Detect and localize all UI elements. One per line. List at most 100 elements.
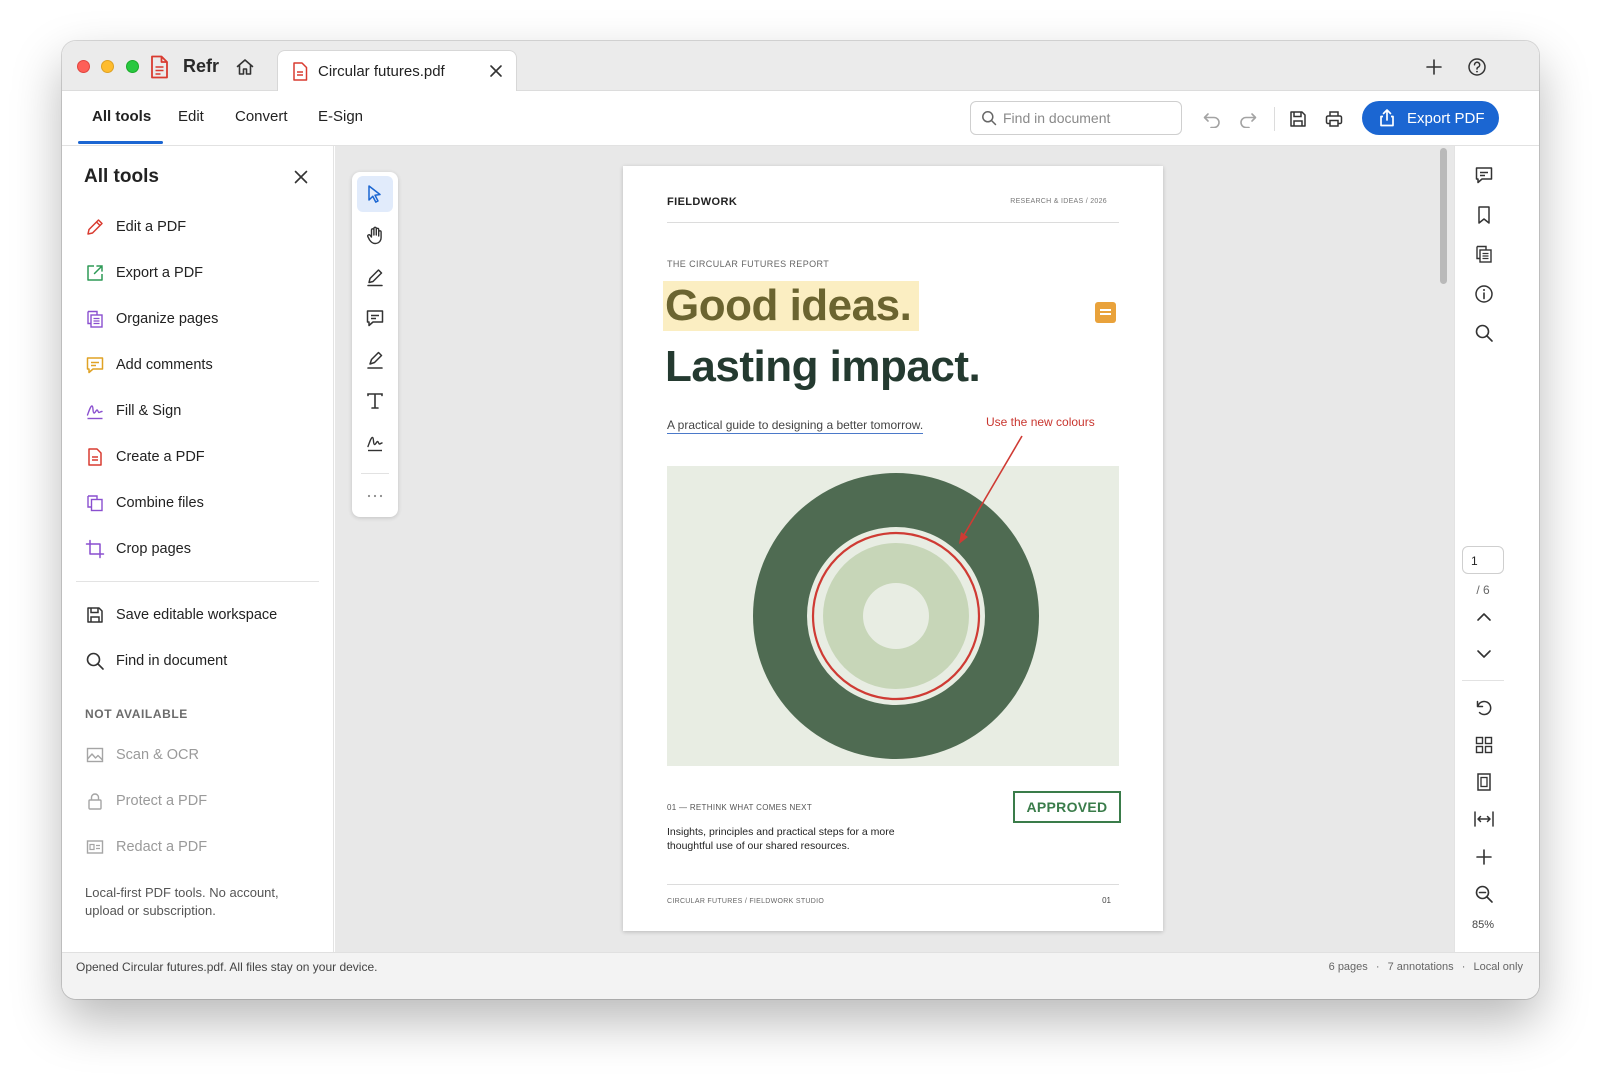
bookmarks-button[interactable]	[1470, 201, 1498, 229]
minimize-window-button[interactable]	[101, 60, 114, 73]
vertical-scrollbar[interactable]	[1440, 148, 1447, 284]
tool-label: Find in document	[116, 653, 228, 669]
tool-fill-sign[interactable]: Fill & Sign	[84, 396, 324, 426]
tab-all-tools[interactable]: All tools	[92, 108, 151, 125]
title-bar: Refr Circular futures.pdf	[62, 41, 1539, 92]
hand-icon	[367, 226, 382, 245]
tool-label: Export a PDF	[116, 265, 204, 281]
undo-button[interactable]	[1198, 105, 1226, 133]
status-separator: ·	[1375, 961, 1380, 973]
toolbar-divider	[1274, 107, 1275, 131]
close-window-button[interactable]	[77, 60, 90, 73]
document-viewer[interactable]: FIELDWORK RESEARCH & IDEAS / 2026 THE CI…	[335, 146, 1454, 952]
help-button[interactable]	[1464, 54, 1490, 80]
more-tools-button[interactable]	[357, 478, 393, 514]
document-info-button[interactable]	[1470, 280, 1498, 308]
tool-add-comments[interactable]: Add comments	[84, 350, 324, 380]
export-pdf-button[interactable]: Export PDF	[1362, 101, 1499, 135]
tool-label: Protect a PDF	[116, 793, 208, 809]
tab-convert[interactable]: Convert	[235, 108, 288, 125]
new-tab-button[interactable]	[1421, 54, 1447, 80]
tool-combine-files[interactable]: Combine files	[84, 488, 324, 518]
document-icon	[84, 446, 106, 468]
active-tab-indicator	[78, 141, 163, 144]
tool-scan-ocr: Scan & OCR	[84, 740, 324, 770]
zoom-in-button[interactable]	[1470, 843, 1498, 871]
status-page-count: 6 pages	[1328, 961, 1368, 973]
text-icon	[367, 393, 383, 409]
rotate-icon	[1476, 700, 1492, 716]
thumbnail-grid-button[interactable]	[1470, 731, 1498, 759]
tool-label: Combine files	[116, 495, 204, 511]
redo-button[interactable]	[1234, 105, 1262, 133]
search-input[interactable]	[1003, 102, 1175, 134]
print-button[interactable]	[1320, 105, 1348, 133]
document-tab[interactable]: Circular futures.pdf	[277, 50, 517, 92]
tab-edit[interactable]: Edit	[178, 108, 204, 125]
tab-e-sign[interactable]: E-Sign	[318, 108, 363, 125]
comment-icon	[366, 310, 384, 327]
pages-panel-button[interactable]	[1470, 240, 1498, 268]
rotate-button[interactable]	[1470, 694, 1498, 722]
tab-close-button[interactable]	[486, 61, 506, 81]
pdf-file-icon	[292, 62, 308, 81]
hand-tool-button[interactable]	[357, 217, 393, 253]
main-toolbar: All tools Edit Convert E-Sign Export PDF	[62, 91, 1539, 146]
panel-close-button[interactable]	[290, 166, 312, 188]
comments-panel-button[interactable]	[1470, 161, 1498, 189]
redo-icon	[1240, 113, 1257, 128]
print-icon	[1325, 111, 1343, 127]
tool-edit-pdf[interactable]: Edit a PDF	[84, 212, 324, 242]
tool-organize-pages[interactable]: Organize pages	[84, 304, 324, 334]
tool-save-workspace[interactable]: Save editable workspace	[84, 600, 324, 630]
page-total: / 6	[1476, 583, 1490, 597]
comment-tool-button[interactable]	[357, 300, 393, 336]
sign-tool-button[interactable]	[357, 425, 393, 461]
save-icon	[1290, 111, 1306, 127]
home-button[interactable]	[232, 54, 258, 80]
select-tool-button[interactable]	[357, 176, 393, 212]
zoom-out-icon	[1475, 885, 1493, 903]
export-pdf-label: Export PDF	[1407, 109, 1485, 127]
comment-icon	[1475, 167, 1493, 184]
highlight-tool-button[interactable]	[357, 342, 393, 378]
page-number-input[interactable]: 1	[1462, 546, 1504, 574]
pencil-icon	[367, 269, 383, 287]
save-button[interactable]	[1284, 105, 1312, 133]
tool-crop-pages[interactable]: Crop pages	[84, 534, 324, 564]
tool-export-pdf[interactable]: Export a PDF	[84, 258, 324, 288]
fit-page-button[interactable]	[1470, 768, 1498, 796]
crop-icon	[84, 538, 106, 560]
signature-icon	[84, 400, 106, 422]
app-name: Refr	[183, 56, 220, 76]
zoom-window-button[interactable]	[126, 60, 139, 73]
info-icon	[1475, 285, 1493, 303]
previous-page-button[interactable]	[1470, 603, 1498, 631]
pdf-page[interactable]: FIELDWORK RESEARCH & IDEAS / 2026 THE CI…	[623, 166, 1163, 931]
fit-width-button[interactable]	[1470, 805, 1498, 833]
grid-icon	[1475, 736, 1493, 754]
search-panel-button[interactable]	[1470, 319, 1498, 347]
combine-icon	[84, 492, 106, 514]
undo-icon	[1203, 113, 1220, 128]
text-tool-button[interactable]	[357, 383, 393, 419]
not-available-heading: NOT AVAILABLE	[85, 707, 188, 721]
draw-tool-button[interactable]	[357, 259, 393, 295]
plus-icon	[1476, 849, 1492, 865]
bookmark-icon	[1478, 206, 1490, 224]
help-icon	[1468, 58, 1486, 76]
pencil-icon	[84, 216, 106, 238]
zoom-out-button[interactable]	[1470, 880, 1498, 908]
approved-stamp[interactable]: APPROVED	[1013, 791, 1121, 823]
status-bar: Opened Circular futures.pdf. All files s…	[62, 952, 1539, 999]
find-in-document-search[interactable]	[970, 101, 1182, 135]
rail-divider	[1462, 680, 1504, 681]
signature-icon	[367, 436, 383, 452]
close-icon	[490, 65, 502, 77]
redact-icon	[84, 836, 106, 858]
tool-create-pdf[interactable]: Create a PDF	[84, 442, 324, 472]
section-label: 01 — RETHINK WHAT COMES NEXT	[667, 803, 813, 812]
next-page-button[interactable]	[1470, 640, 1498, 668]
export-icon	[84, 262, 106, 284]
tool-find-in-document[interactable]: Find in document	[84, 646, 324, 676]
